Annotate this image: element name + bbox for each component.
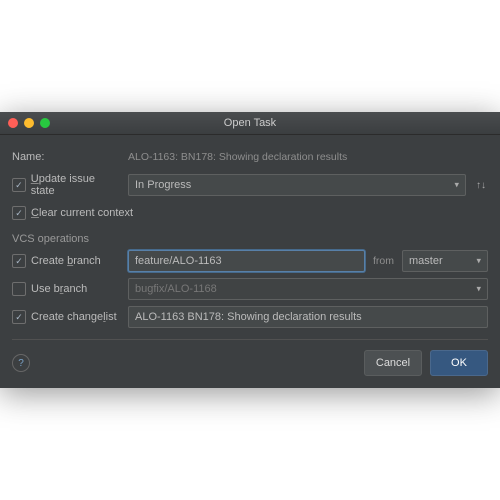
create-changelist-checkbox[interactable] (12, 310, 26, 324)
create-branch-input[interactable]: feature/ALO-1163 (128, 250, 365, 272)
from-branch-combo[interactable]: master (402, 250, 488, 272)
vcs-section-label: VCS operations (12, 233, 488, 245)
titlebar: Open Task (0, 112, 500, 135)
ok-button[interactable]: OK (430, 350, 488, 376)
clear-context-label: Clear current context (31, 207, 133, 219)
sort-icon[interactable]: ↑↓ (474, 180, 488, 191)
help-button[interactable]: ? (12, 354, 30, 372)
changelist-name-input[interactable]: ALO-1163 BN178: Showing declaration resu… (128, 306, 488, 328)
open-task-dialog: Open Task Name: ALO-1163: BN178: Showing… (0, 112, 500, 388)
use-branch-combo[interactable]: bugfix/ALO-1168 (128, 278, 488, 300)
task-name-value: ALO-1163: BN178: Showing declaration res… (128, 151, 347, 163)
cancel-button[interactable]: Cancel (364, 350, 422, 376)
create-branch-label: Create branch (31, 255, 101, 267)
issue-state-combo[interactable]: In Progress (128, 174, 466, 196)
update-issue-state-label: Update issue state (31, 173, 120, 197)
name-label: Name: (12, 151, 44, 163)
from-label: from (373, 255, 394, 267)
window-title: Open Task (0, 117, 500, 129)
clear-context-checkbox[interactable] (12, 206, 26, 220)
use-branch-label: Use branch (31, 283, 87, 295)
create-branch-checkbox[interactable] (12, 254, 26, 268)
update-issue-state-checkbox[interactable] (12, 178, 26, 192)
create-changelist-label: Create changelist (31, 311, 117, 323)
use-branch-checkbox[interactable] (12, 282, 26, 296)
